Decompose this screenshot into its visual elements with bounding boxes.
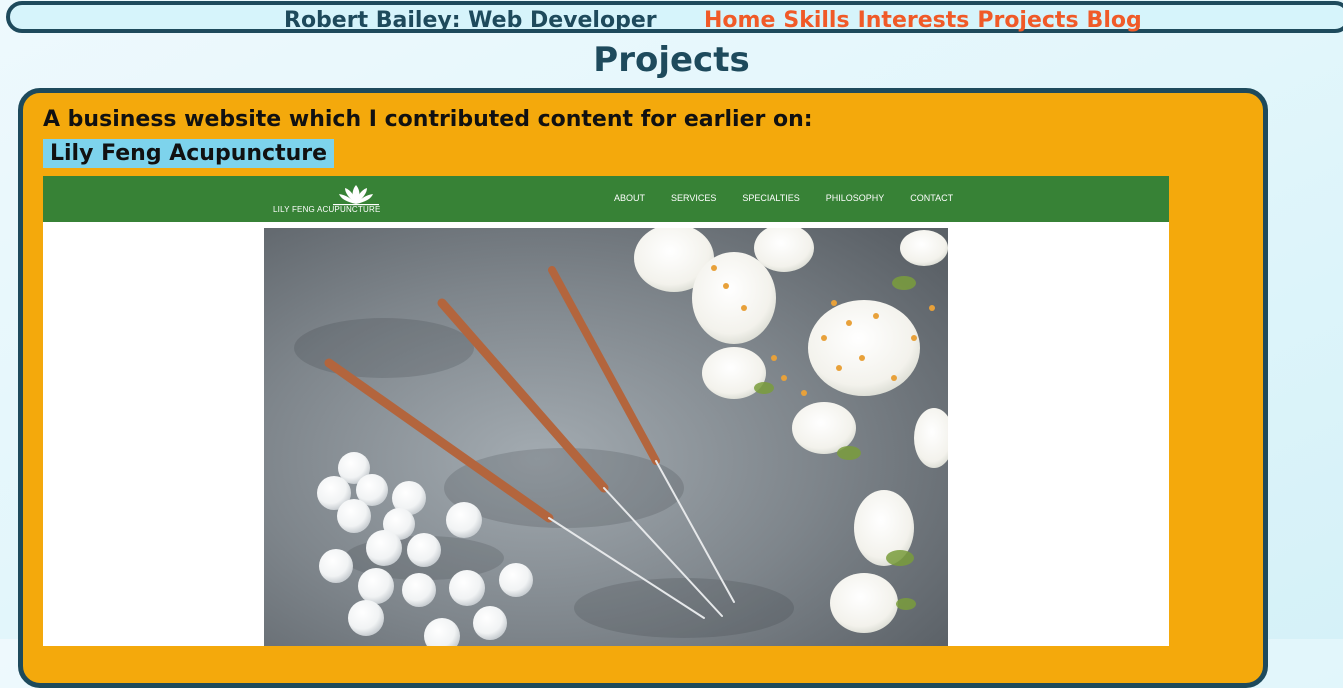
- top-nav-bar: Robert Bailey: Web Developer Home Skills…: [6, 1, 1343, 33]
- project-card: A business website which I contributed c…: [18, 88, 1268, 688]
- screenshot-menu-specialties: SPECIALTIES: [742, 193, 800, 203]
- nav-skills-link[interactable]: Skills: [783, 8, 849, 33]
- nav-blog-link[interactable]: Blog: [1087, 8, 1142, 33]
- main-nav: Home Skills Interests Projects Blog: [704, 8, 1142, 33]
- project-link[interactable]: Lily Feng Acupuncture: [43, 139, 335, 168]
- project-intro-text: A business website which I contributed c…: [43, 107, 813, 132]
- project-screenshot[interactable]: LILY FENG ACUPUNCTURE ABOUT SERVICES SPE…: [43, 176, 1169, 646]
- screenshot-menu: ABOUT SERVICES SPECIALTIES PHILOSOPHY CO…: [614, 193, 953, 203]
- nav-interests-link[interactable]: Interests: [858, 8, 970, 33]
- nav-home-link[interactable]: Home: [704, 8, 775, 33]
- site-brand: Robert Bailey: Web Developer: [284, 8, 657, 33]
- screenshot-site-nav: LILY FENG ACUPUNCTURE ABOUT SERVICES SPE…: [43, 176, 1169, 222]
- screenshot-logo-text: LILY FENG ACUPUNCTURE: [273, 205, 381, 214]
- screenshot-menu-contact: CONTACT: [910, 193, 954, 203]
- nav-projects-link[interactable]: Projects: [977, 8, 1078, 33]
- screenshot-menu-services: SERVICES: [671, 193, 717, 203]
- page-title: Projects: [593, 40, 750, 80]
- acupuncture-hero-image: [264, 228, 948, 646]
- screenshot-menu-about: ABOUT: [614, 193, 646, 203]
- screenshot-menu-philosophy: PHILOSOPHY: [825, 193, 885, 203]
